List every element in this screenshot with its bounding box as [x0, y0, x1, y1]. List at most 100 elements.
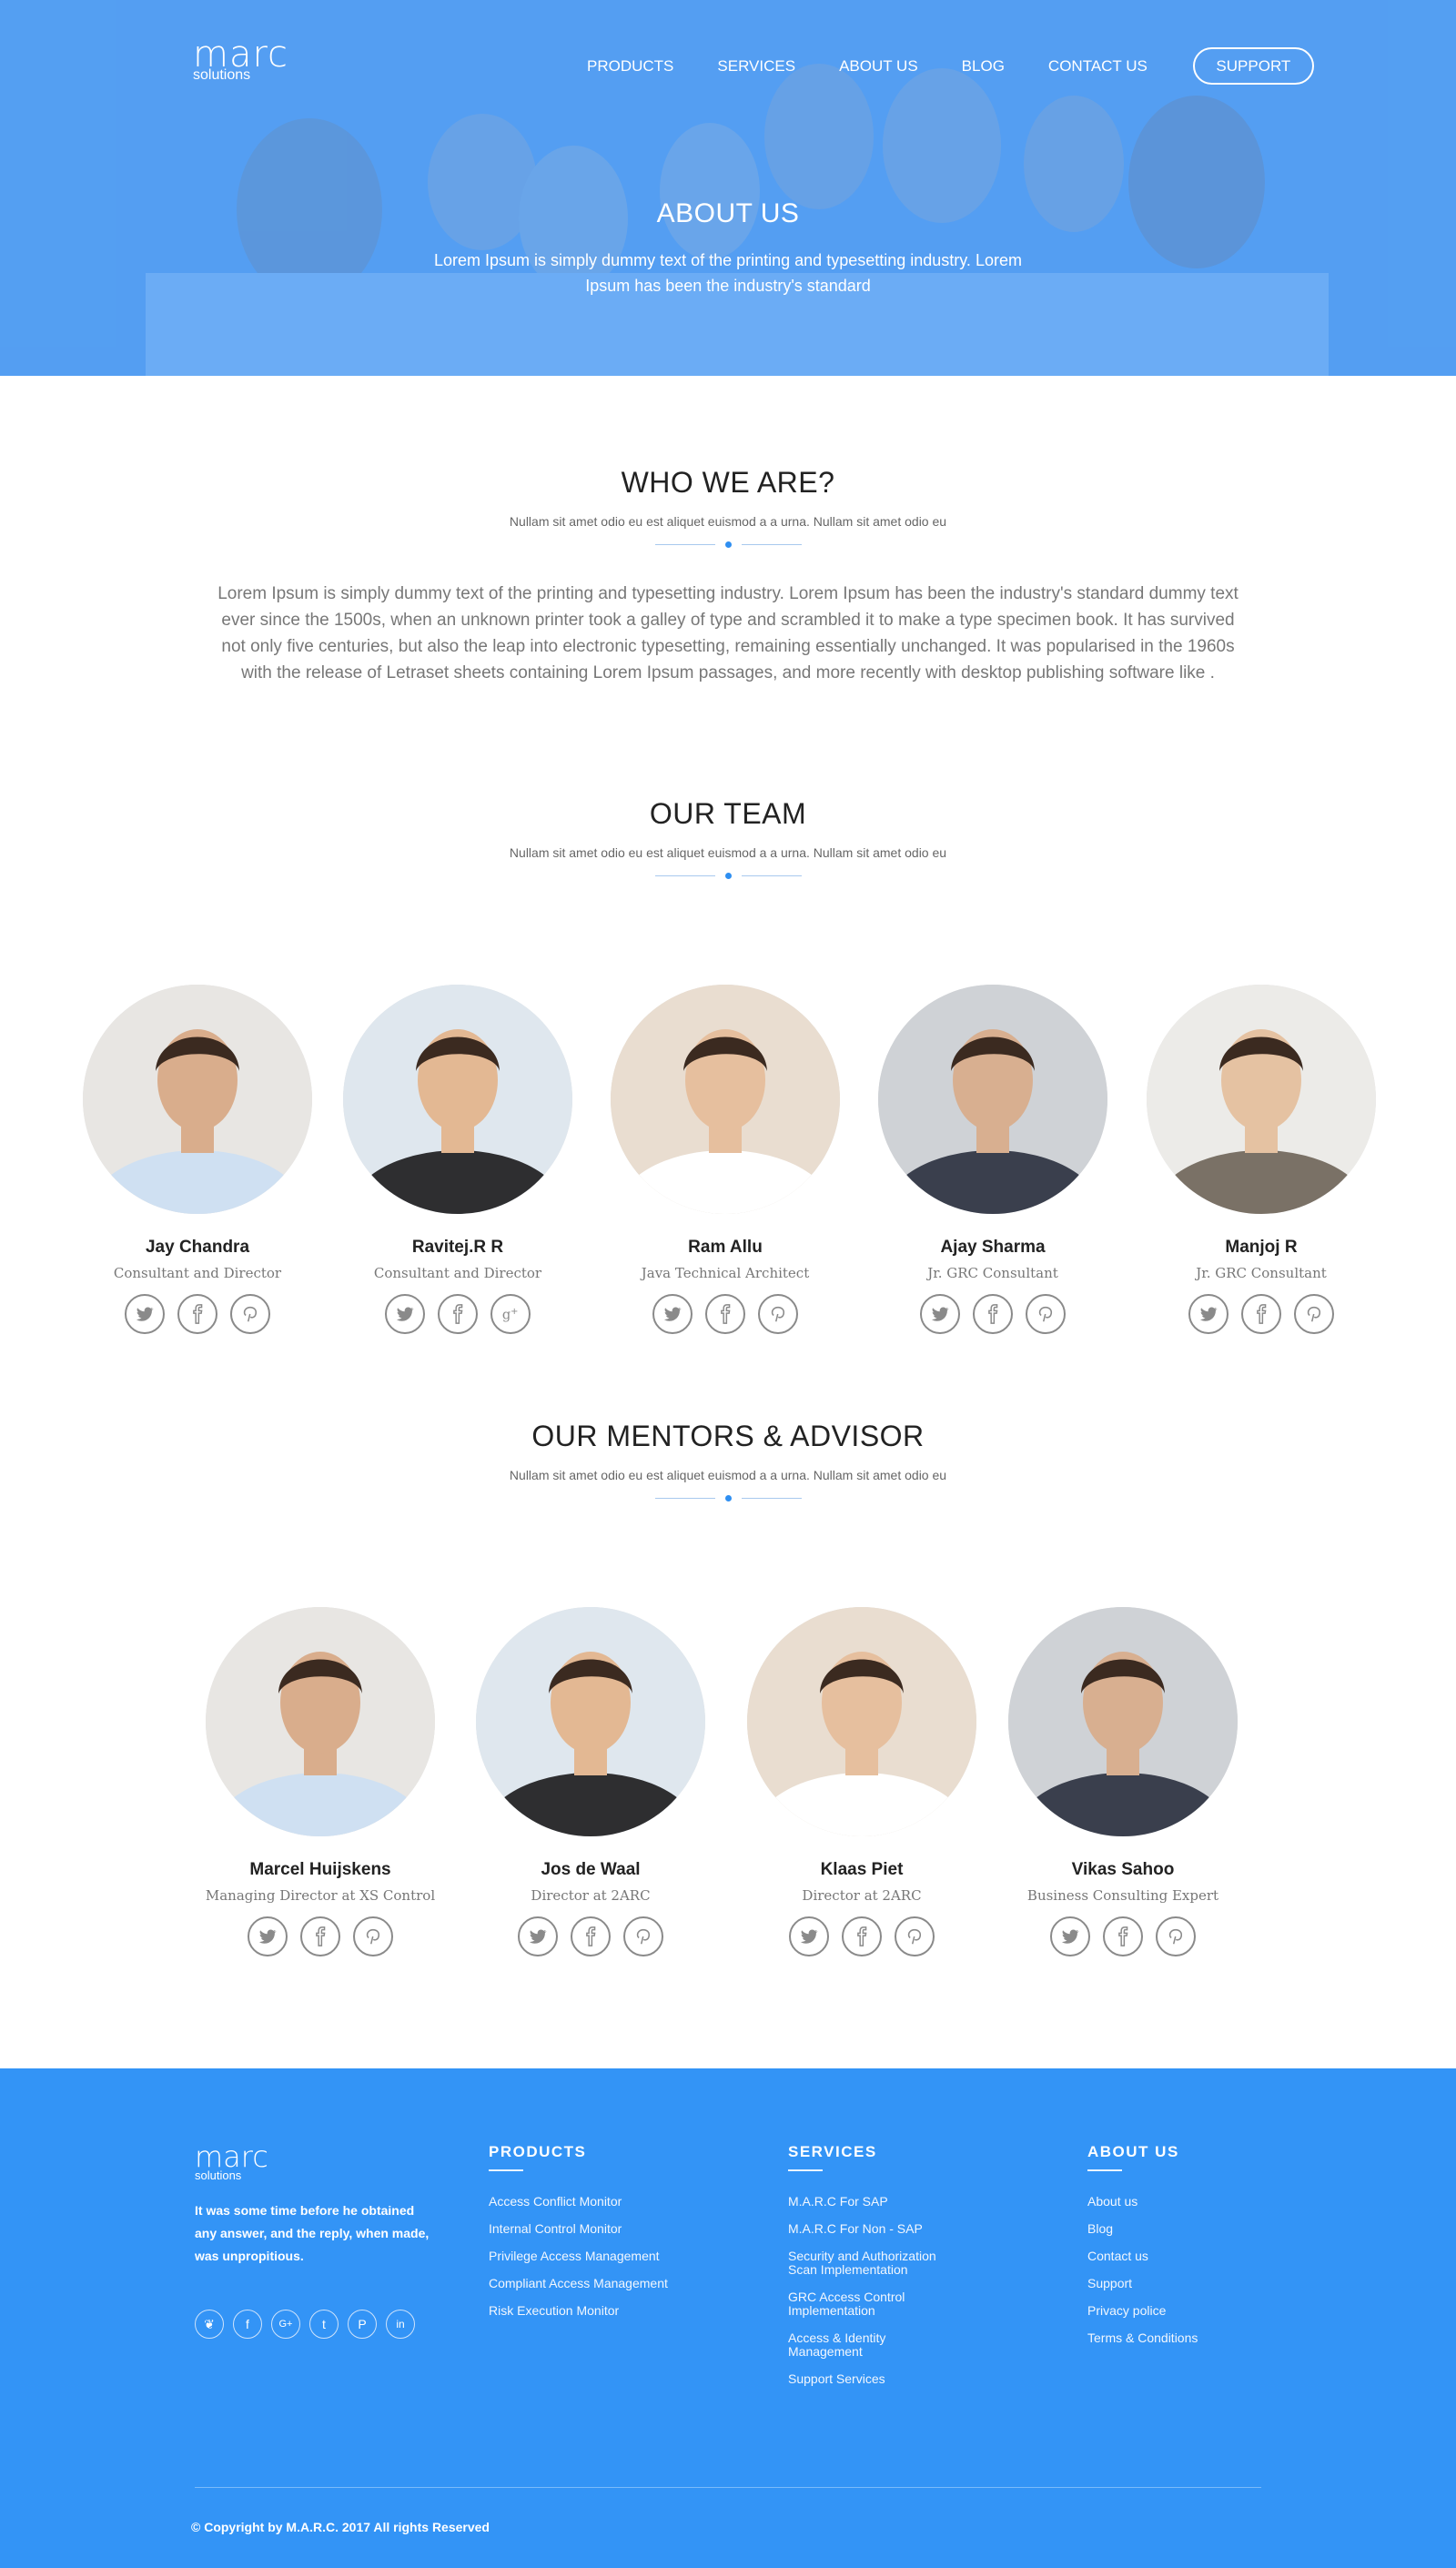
footer-about-link[interactable]: Support: [1087, 2277, 1306, 2290]
twitter-icon[interactable]: [518, 1916, 558, 1956]
facebook-icon[interactable]: [842, 1916, 882, 1956]
google-plus-icon[interactable]: g +: [490, 1294, 531, 1334]
google-plus-icon[interactable]: G+: [271, 2310, 300, 2339]
member-role: Java Technical Architect: [641, 1265, 810, 1281]
footer-about-link[interactable]: Terms & Conditions: [1087, 2331, 1306, 2345]
twitter-icon[interactable]: [920, 1294, 960, 1334]
pinterest-icon[interactable]: [623, 1916, 663, 1956]
twitter-icon[interactable]: [652, 1294, 693, 1334]
mentor-card: Vikas Sahoo Business Consulting Expert: [996, 1607, 1250, 1956]
twitter-icon[interactable]: ❦: [195, 2310, 224, 2339]
main-nav: PRODUCTS SERVICES ABOUT US BLOG CONTACT …: [587, 47, 1314, 85]
member-role: Consultant and Director: [373, 1265, 542, 1281]
section-tagline: Nullam sit amet odio eu est aliquet euis…: [509, 845, 947, 860]
facebook-icon[interactable]: [1103, 1916, 1143, 1956]
member-social-links: [463, 1916, 718, 1956]
facebook-icon[interactable]: [300, 1916, 340, 1956]
facebook-icon[interactable]: [705, 1294, 745, 1334]
facebook-icon[interactable]: [1241, 1294, 1281, 1334]
mentors-header: OUR MENTORS & ADVISOR Nullam sit amet od…: [0, 1420, 1456, 1501]
profile-photo: [1008, 1607, 1238, 1836]
section-title: WHO WE ARE?: [621, 466, 835, 499]
member-role: Jr. GRC Consultant: [1196, 1265, 1327, 1281]
footer-product-link[interactable]: Internal Control Monitor: [489, 2222, 707, 2236]
our-team-header: OUR TEAM Nullam sit amet odio eu est ali…: [0, 797, 1456, 879]
copyright-text: © Copyright by M.A.R.C. 2017 All rights …: [191, 2520, 490, 2534]
footer-service-link[interactable]: Security and Authorization Scan Implemen…: [788, 2250, 961, 2277]
footer-product-link[interactable]: Compliant Access Management: [489, 2277, 707, 2290]
member-role: Jr. GRC Consultant: [927, 1265, 1058, 1281]
footer-product-link[interactable]: Access Conflict Monitor: [489, 2195, 707, 2209]
section-tagline: Nullam sit amet odio eu est aliquet euis…: [509, 514, 947, 529]
footer-logo[interactable]: marc solutions: [195, 2142, 268, 2182]
member-role: Director at 2ARC: [531, 1887, 651, 1904]
twitter-icon[interactable]: [1188, 1294, 1228, 1334]
hero-subtitle: Lorem Ipsum is simply dummy text of the …: [434, 251, 1022, 295]
footer-service-link[interactable]: Access & Identity Management: [788, 2331, 961, 2359]
team-member-card: Ram Allu Java Technical Architect: [598, 985, 853, 1334]
member-name: Jay Chandra: [145, 1238, 250, 1257]
profile-photo: [611, 985, 840, 1214]
member-name: Ram Allu: [688, 1238, 763, 1257]
team-member-card: Ajay Sharma Jr. GRC Consultant: [865, 985, 1120, 1334]
footer-about-link[interactable]: About us: [1087, 2195, 1306, 2209]
footer-about-link[interactable]: Privacy police: [1087, 2304, 1306, 2318]
member-name: Manjoj R: [1225, 1238, 1298, 1257]
pinterest-icon[interactable]: [1294, 1294, 1334, 1334]
nav-about-us[interactable]: ABOUT US: [839, 57, 918, 76]
pinterest-icon[interactable]: [1156, 1916, 1196, 1956]
footer-product-link[interactable]: Risk Execution Monitor: [489, 2304, 707, 2318]
facebook-icon[interactable]: [571, 1916, 611, 1956]
section-tagline: Nullam sit amet odio eu est aliquet euis…: [509, 1468, 947, 1482]
twitter-icon[interactable]: [789, 1916, 829, 1956]
who-we-are-section: WHO WE ARE? Nullam sit amet odio eu est …: [0, 466, 1456, 686]
pinterest-icon[interactable]: [1026, 1294, 1066, 1334]
nav-contact-us[interactable]: CONTACT US: [1048, 57, 1148, 76]
profile-photo: [206, 1607, 435, 1836]
footer-service-link[interactable]: GRC Access Control Implementation: [788, 2290, 961, 2318]
facebook-icon[interactable]: [177, 1294, 217, 1334]
footer-service-link[interactable]: Support Services: [788, 2372, 961, 2386]
linkedin-icon[interactable]: in: [386, 2310, 415, 2339]
member-social-links: [1134, 1294, 1389, 1334]
member-social-links: [865, 1294, 1120, 1334]
pinterest-icon[interactable]: [353, 1916, 393, 1956]
pinterest-icon[interactable]: [758, 1294, 798, 1334]
footer-about-link[interactable]: Blog: [1087, 2222, 1306, 2236]
profile-photo: [1147, 985, 1376, 1214]
nav-services[interactable]: SERVICES: [717, 57, 795, 76]
footer-service-link[interactable]: M.A.R.C For Non - SAP: [788, 2222, 961, 2236]
hero-banner: marc solutions PRODUCTS SERVICES ABOUT U…: [0, 0, 1456, 376]
top-navigation: marc solutions PRODUCTS SERVICES ABOUT U…: [0, 0, 1456, 118]
mentor-card: Marcel Huijskens Managing Director at XS …: [193, 1607, 448, 1956]
footer-product-link[interactable]: Privilege Access Management: [489, 2250, 707, 2263]
twitter-icon[interactable]: [1050, 1916, 1090, 1956]
member-role: Consultant and Director: [113, 1265, 282, 1281]
twitter-icon[interactable]: [248, 1916, 288, 1956]
footer-service-link[interactable]: M.A.R.C For SAP: [788, 2195, 961, 2209]
pinterest-icon[interactable]: [230, 1294, 270, 1334]
section-divider: [0, 541, 1456, 548]
team-member-card: Jay Chandra Consultant and Director: [70, 985, 325, 1334]
member-name: Marcel Huijskens: [249, 1860, 391, 1879]
tumblr-icon[interactable]: t: [309, 2310, 339, 2339]
team-member-card: Manjoj R Jr. GRC Consultant: [1134, 985, 1389, 1334]
pinterest-icon[interactable]: P: [348, 2310, 377, 2339]
facebook-icon[interactable]: [973, 1294, 1013, 1334]
footer-about-link[interactable]: Contact us: [1087, 2250, 1306, 2263]
profile-photo: [476, 1607, 705, 1836]
member-social-links: [996, 1916, 1250, 1956]
hero-title: ABOUT US: [656, 198, 800, 228]
nav-products[interactable]: PRODUCTS: [587, 57, 673, 76]
footer-column-title: SERVICES: [788, 2143, 877, 2160]
footer-divider: [195, 2487, 1261, 2488]
support-button[interactable]: SUPPORT: [1192, 47, 1314, 85]
facebook-icon[interactable]: f: [233, 2310, 262, 2339]
pinterest-icon[interactable]: [895, 1916, 935, 1956]
logo[interactable]: marc solutions: [193, 36, 288, 83]
twitter-icon[interactable]: [125, 1294, 165, 1334]
footer-about-text: It was some time before he obtained any …: [195, 2203, 430, 2263]
facebook-icon[interactable]: [438, 1294, 478, 1334]
twitter-icon[interactable]: [385, 1294, 425, 1334]
nav-blog[interactable]: BLOG: [962, 57, 1005, 76]
